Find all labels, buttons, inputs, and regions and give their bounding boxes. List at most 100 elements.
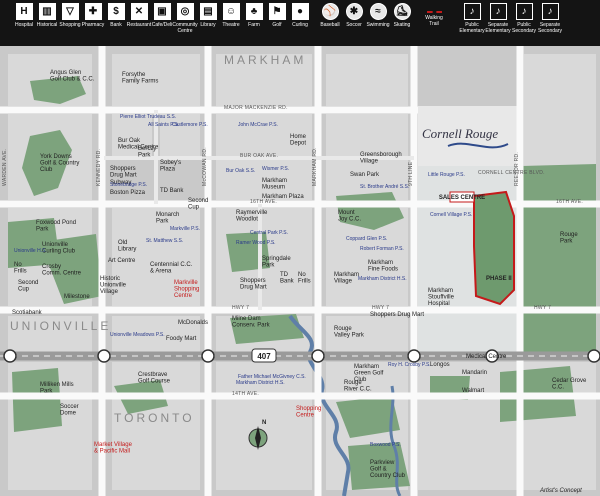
legend-item: ● Curling [286, 3, 314, 28]
cornell-phase-outline [473, 190, 515, 306]
coffee-icon: ▣ [153, 3, 171, 20]
soccer-icon: ✱ [345, 3, 363, 20]
legend-item: ♪ Separate Secondary [536, 3, 564, 34]
school-label: Wismer P.S. [262, 166, 289, 172]
road-hwy7-center: HWY 7 [372, 305, 389, 311]
school-label: Unionville H.S. [14, 248, 47, 254]
place-label: Art Centre [108, 258, 136, 264]
svg-text:N: N [262, 420, 266, 426]
area-map: 407 PHASE II SALES CENTRE Cornell Rouge … [0, 46, 600, 496]
farm-icon: ♣ [245, 3, 263, 20]
place-label: McDonalds [178, 320, 208, 326]
road-warden: WARDEN AVE. [2, 149, 8, 186]
school-label: Robert Forman P.S. [360, 246, 404, 252]
legend-item: ♪ Public Elementary [458, 3, 486, 34]
place-label: Mandarin [462, 370, 487, 376]
road-14th-ave: 14TH AVE. [232, 391, 259, 397]
place-label: TD Bank [160, 188, 184, 194]
place-label: Swan Park [350, 172, 380, 178]
road-bur-oak: BUR OAK AVE. [240, 153, 278, 159]
hospital-icon: H [15, 3, 33, 20]
historical-icon: ▥ [38, 3, 56, 20]
road-16th-ave-east: 16TH AVE. [556, 199, 583, 205]
legend-item: Walking Trail [420, 3, 448, 27]
swimming-icon: ≈ [369, 3, 387, 20]
school-label: Little Rouge P.S. [428, 172, 465, 178]
road-major-mackenzie: MAJOR MACKENZIE RD. [224, 105, 288, 111]
theatre-icon: ☺ [222, 3, 240, 20]
separate-secondary-icon: ♪ [541, 3, 559, 20]
curling-icon: ● [291, 3, 309, 20]
school-label: Cornell Village P.S. [430, 212, 472, 218]
sales-centre-label: SALES CENTRE [439, 195, 485, 201]
map-figure: { "legend": [ {"icon": "hospital-icon", … [0, 0, 600, 496]
school-label: Coppard Glen P.S. [346, 236, 387, 242]
place-label: Shoppers Drug Mart [110, 166, 137, 179]
legend-label: Public Elementary [459, 22, 485, 34]
artist-credit: Artist's Concept [539, 488, 582, 494]
phase-label: PHASE II [486, 276, 512, 282]
region-unionville: UNIONVILLE [10, 319, 111, 333]
place-label: Crestbrave Golf Course [138, 372, 171, 385]
cornell-rouge-logo: Cornell Rouge [422, 126, 498, 141]
school-label: Markville P.S. [170, 226, 200, 232]
school-label: Ramer Wood P.S. [236, 240, 276, 246]
bank-icon: $ [107, 3, 125, 20]
library-icon: ▤ [199, 3, 217, 20]
baseball-icon: ⚾ [321, 3, 339, 20]
school-label: St. Brother André S.S. [360, 184, 409, 190]
legend-item: ⛸ Skating [388, 3, 416, 28]
legend-label: Separate Secondary [538, 22, 562, 34]
legend-label: Walking Trail [425, 15, 443, 27]
public-secondary-icon: ♪ [515, 3, 533, 20]
school-label: Markham District H.S. [358, 276, 407, 282]
place-label: Markham Museum [262, 178, 287, 191]
legend-item: ♪ Public Secondary [510, 3, 538, 34]
school-label: Roy H. Crosby P.S. [388, 362, 431, 368]
school-label: Unionville Meadows P.S. [110, 332, 165, 338]
shopping-cart-icon: ▽ [61, 3, 79, 20]
legend-label: Public Secondary [512, 22, 536, 34]
place-label: Walmart [462, 388, 484, 394]
school-label: Boxwood P.S. [370, 442, 401, 448]
school-label: John McCrae P.S. [238, 122, 278, 128]
school-label: Pierre Elliot Trudeau S.S. [120, 114, 176, 120]
legend-bar: H Hospital ▥ Historical ▽ Shopping ✚ Pharmacy $ B… [0, 0, 600, 46]
legend-label: Separate Elementary [485, 22, 511, 34]
place-label: Shoppers Drug Mart [240, 278, 267, 291]
region-markham: MARKHAM [224, 53, 306, 67]
community-centre-icon: ◎ [176, 3, 194, 20]
legend-item: ♪ Separate Elementary [484, 3, 512, 34]
school-label: Bur Oak S.S. [226, 168, 255, 174]
hwy-407-label: 407 [257, 352, 271, 361]
road-hwy7: HWY 7 [232, 305, 249, 311]
road-markham: MARKHAM RD. [312, 147, 318, 186]
school-label: Central Park P.S. [250, 230, 288, 236]
road-reesor: REESOR RD. [514, 152, 520, 186]
road-kennedy: KENNEDY RD. [96, 149, 102, 186]
place-label: Medical Centre [466, 354, 507, 360]
school-label: Stonebridge P.S. [110, 182, 147, 188]
skating-icon: ⛸ [393, 3, 411, 20]
place-label: Boston Pizza [110, 190, 146, 196]
legend-label: Curling [292, 22, 308, 28]
road-mccowan: McCOWAN RD. [202, 147, 208, 186]
place-label: Market Village & Pacific Mall [94, 442, 133, 455]
road-hwy7-east: HWY 7 [534, 305, 551, 311]
place-label: Scotiabank [12, 310, 43, 316]
school-label: St. Matthew S.S. [146, 238, 183, 244]
place-label: Foody Mart [166, 336, 197, 342]
place-label: Home Depot [290, 134, 307, 147]
place-label: Markham Plaza [262, 194, 304, 200]
place-label: Shoppers Drug Mart [370, 312, 424, 318]
road-9th-line: 9TH LINE [408, 161, 414, 186]
place-label: Longos [430, 362, 450, 368]
school-label: Castlemore P.S. [172, 122, 208, 128]
golf-icon: ⚑ [268, 3, 286, 20]
pharmacy-icon: ✚ [84, 3, 102, 20]
legend-label: Skating [393, 22, 411, 28]
walking-trail-icon [426, 3, 442, 13]
public-elementary-icon: ♪ [463, 3, 481, 20]
road-cornell-centre: CORNELL CENTRE BLVD. [478, 170, 545, 176]
school-label: Markham District H.S. [236, 380, 285, 386]
